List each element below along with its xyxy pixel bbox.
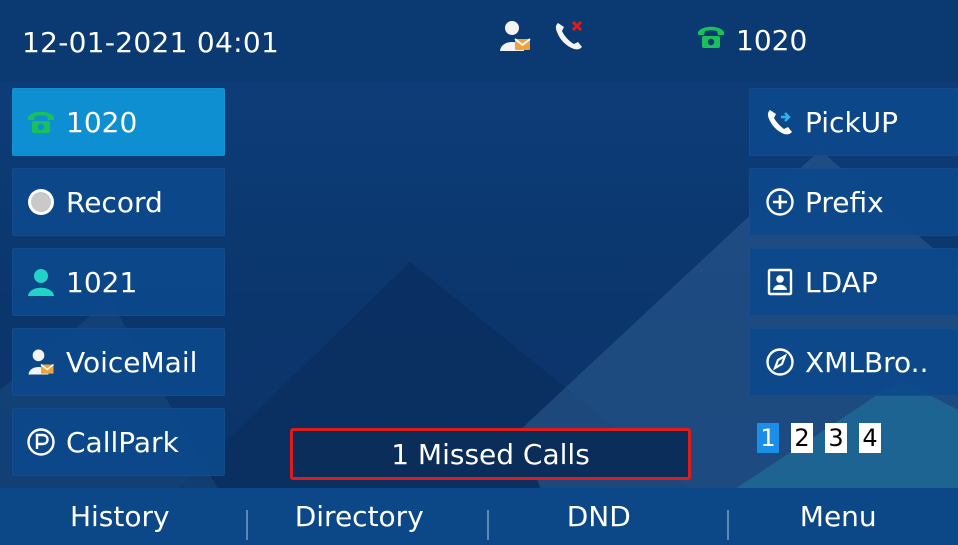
prefix-key[interactable]: Prefix [749, 168, 958, 236]
callpark-key-label: CallPark [66, 425, 179, 459]
page-4[interactable]: 4 [859, 423, 881, 453]
softkey-directory[interactable]: Directory [240, 500, 480, 533]
pickup-key-label: PickUP [805, 105, 899, 139]
voicemail-key[interactable]: VoiceMail [12, 328, 225, 396]
softkey-menu[interactable]: Menu [719, 500, 958, 533]
voicemail-user-icon [497, 18, 533, 58]
missed-calls-notification[interactable]: 1 Missed Calls [290, 428, 691, 480]
prefix-key-label: Prefix [805, 185, 884, 219]
missed-calls-text: 1 Missed Calls [391, 437, 590, 471]
line-key-label: 1020 [66, 105, 138, 139]
softkey-divider [487, 510, 489, 540]
status-icons [497, 18, 587, 58]
voicemail-user-icon [26, 347, 56, 377]
page-1[interactable]: 1 [757, 423, 779, 453]
softkey-bar: History Directory DND Menu [0, 488, 958, 545]
plus-circle-icon [765, 187, 795, 217]
record-key[interactable]: Record [12, 168, 225, 236]
xml-browser-key[interactable]: XMLBro.. [749, 328, 958, 396]
phone-icon [696, 23, 726, 58]
contact-key-label: 1021 [66, 265, 138, 299]
missed-call-icon [551, 18, 587, 58]
record-key-label: Record [66, 185, 163, 219]
softkey-divider [246, 510, 248, 540]
line-key-1020[interactable]: 1020 [12, 88, 225, 156]
compass-icon [765, 347, 795, 377]
line-status: 1020 [696, 23, 807, 58]
softkey-divider [727, 510, 729, 540]
park-icon [26, 427, 56, 457]
address-book-icon [765, 267, 795, 297]
contact-key-1021[interactable]: 1021 [12, 248, 225, 316]
line-label: 1020 [736, 24, 808, 57]
status-bar: 12-01-2021 04:01 1020 [0, 0, 958, 82]
callpark-key[interactable]: CallPark [12, 408, 225, 476]
phone-screen: 12-01-2021 04:01 1020 1020 Record 1021 V… [0, 0, 958, 545]
ldap-key[interactable]: LDAP [749, 248, 958, 316]
pickup-icon [765, 107, 795, 137]
page-indicator: 1 2 3 4 [757, 423, 881, 453]
softkey-dnd[interactable]: DND [479, 500, 719, 533]
softkey-history[interactable]: History [0, 500, 240, 533]
ldap-key-label: LDAP [805, 265, 878, 299]
page-2[interactable]: 2 [791, 423, 813, 453]
voicemail-key-label: VoiceMail [66, 345, 198, 379]
datetime: 12-01-2021 04:01 [22, 26, 280, 59]
contact-icon [26, 267, 56, 297]
page-3[interactable]: 3 [825, 423, 847, 453]
xml-browser-key-label: XMLBro.. [805, 345, 929, 379]
phone-icon [26, 107, 56, 137]
record-icon [26, 187, 56, 217]
pickup-key[interactable]: PickUP [749, 88, 958, 156]
